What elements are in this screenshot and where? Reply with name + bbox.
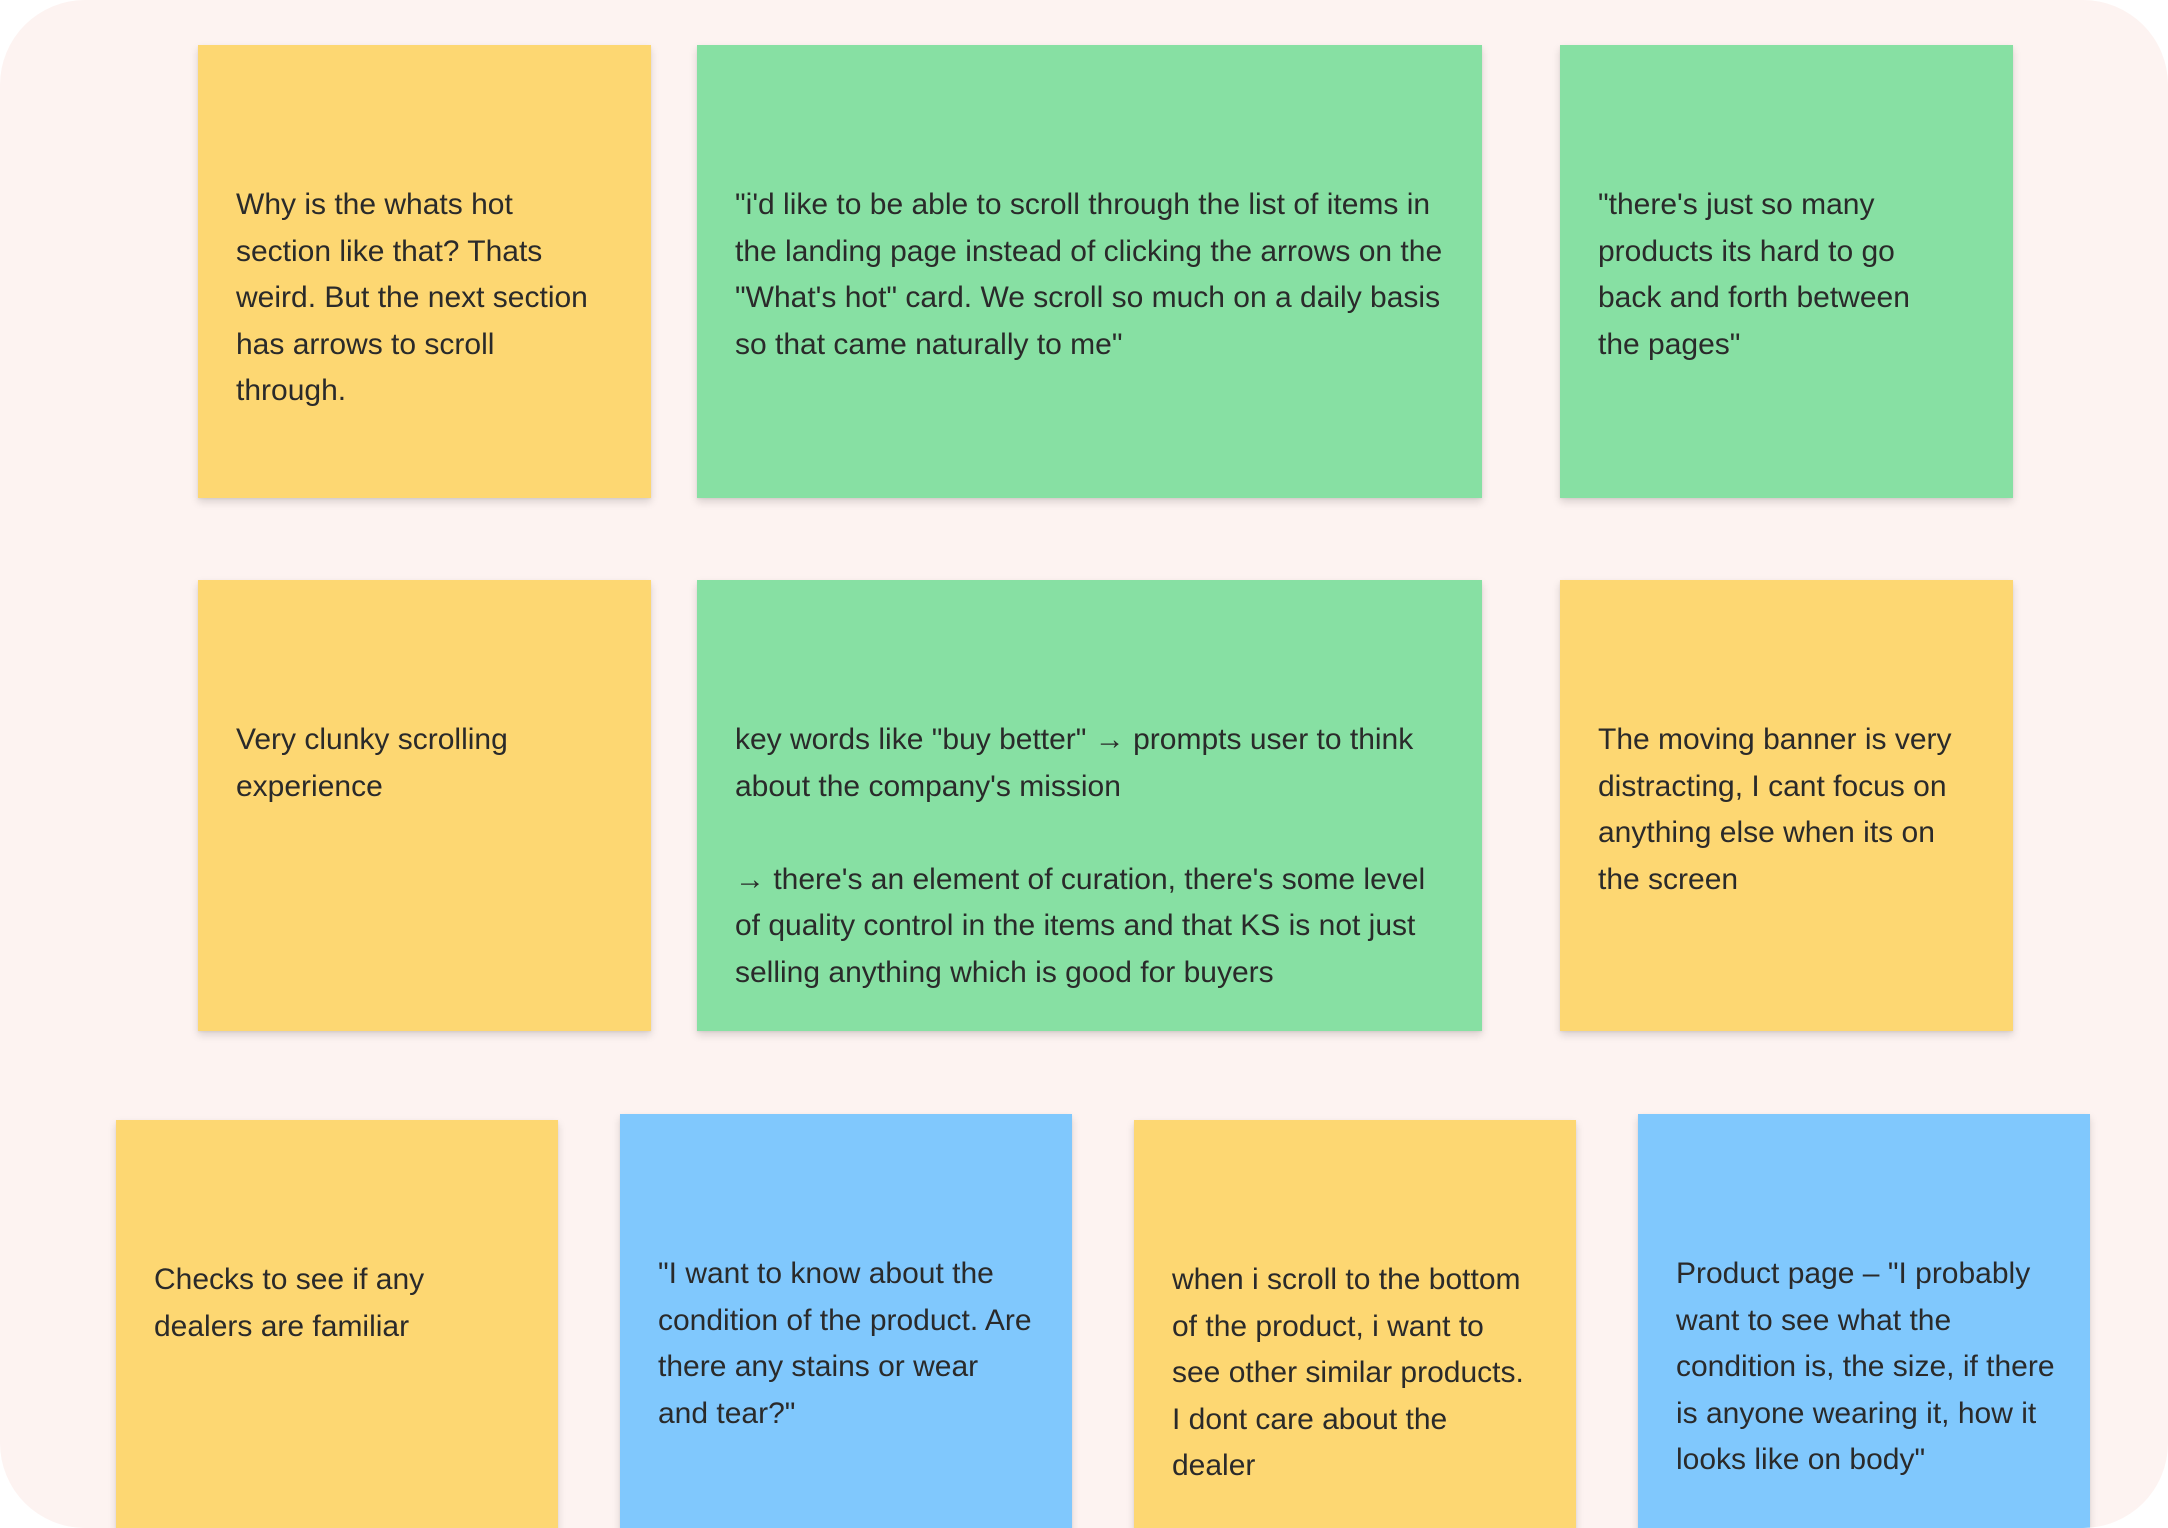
sticky-note-familiar-dealers[interactable]: Checks to see if any dealers are familia…	[116, 1120, 558, 1528]
sticky-note-text: Checks to see if any dealers are familia…	[154, 1263, 433, 1343]
sticky-note-product-page-details[interactable]: Product page – "I probably want to see w…	[1638, 1114, 2090, 1528]
sticky-note-whats-hot-section[interactable]: Why is the whats hot section like that? …	[198, 45, 651, 498]
sticky-note-text: when i scroll to the bottom of the produ…	[1172, 1263, 1533, 1482]
sticky-note-text: "i'd like to be able to scroll through t…	[735, 188, 1451, 361]
sticky-note-scroll-landing-page[interactable]: "i'd like to be able to scroll through t…	[697, 45, 1482, 498]
sticky-note-text: Product page – "I probably want to see w…	[1676, 1257, 2063, 1476]
sticky-note-many-products[interactable]: "there's just so many products its hard …	[1560, 45, 2013, 498]
sticky-note-clunky-scrolling[interactable]: Very clunky scrolling experience	[198, 580, 651, 1031]
whiteboard-canvas: Why is the whats hot section like that? …	[0, 0, 2168, 1528]
sticky-note-similar-products[interactable]: when i scroll to the bottom of the produ…	[1134, 1120, 1576, 1528]
sticky-note-text: The moving banner is very distracting, I…	[1598, 723, 1960, 896]
sticky-note-text: key words like "buy better" → prompts us…	[735, 723, 1426, 989]
sticky-note-text: "there's just so many products its hard …	[1598, 188, 1919, 361]
sticky-note-text: Very clunky scrolling experience	[236, 723, 517, 803]
sticky-note-product-condition[interactable]: "I want to know about the condition of t…	[620, 1114, 1072, 1528]
sticky-note-text: Why is the whats hot section like that? …	[236, 188, 597, 407]
sticky-note-text: "I want to know about the condition of t…	[658, 1257, 1040, 1430]
sticky-note-key-words-buy-better[interactable]: key words like "buy better" → prompts us…	[697, 580, 1482, 1031]
sticky-note-moving-banner[interactable]: The moving banner is very distracting, I…	[1560, 580, 2013, 1031]
